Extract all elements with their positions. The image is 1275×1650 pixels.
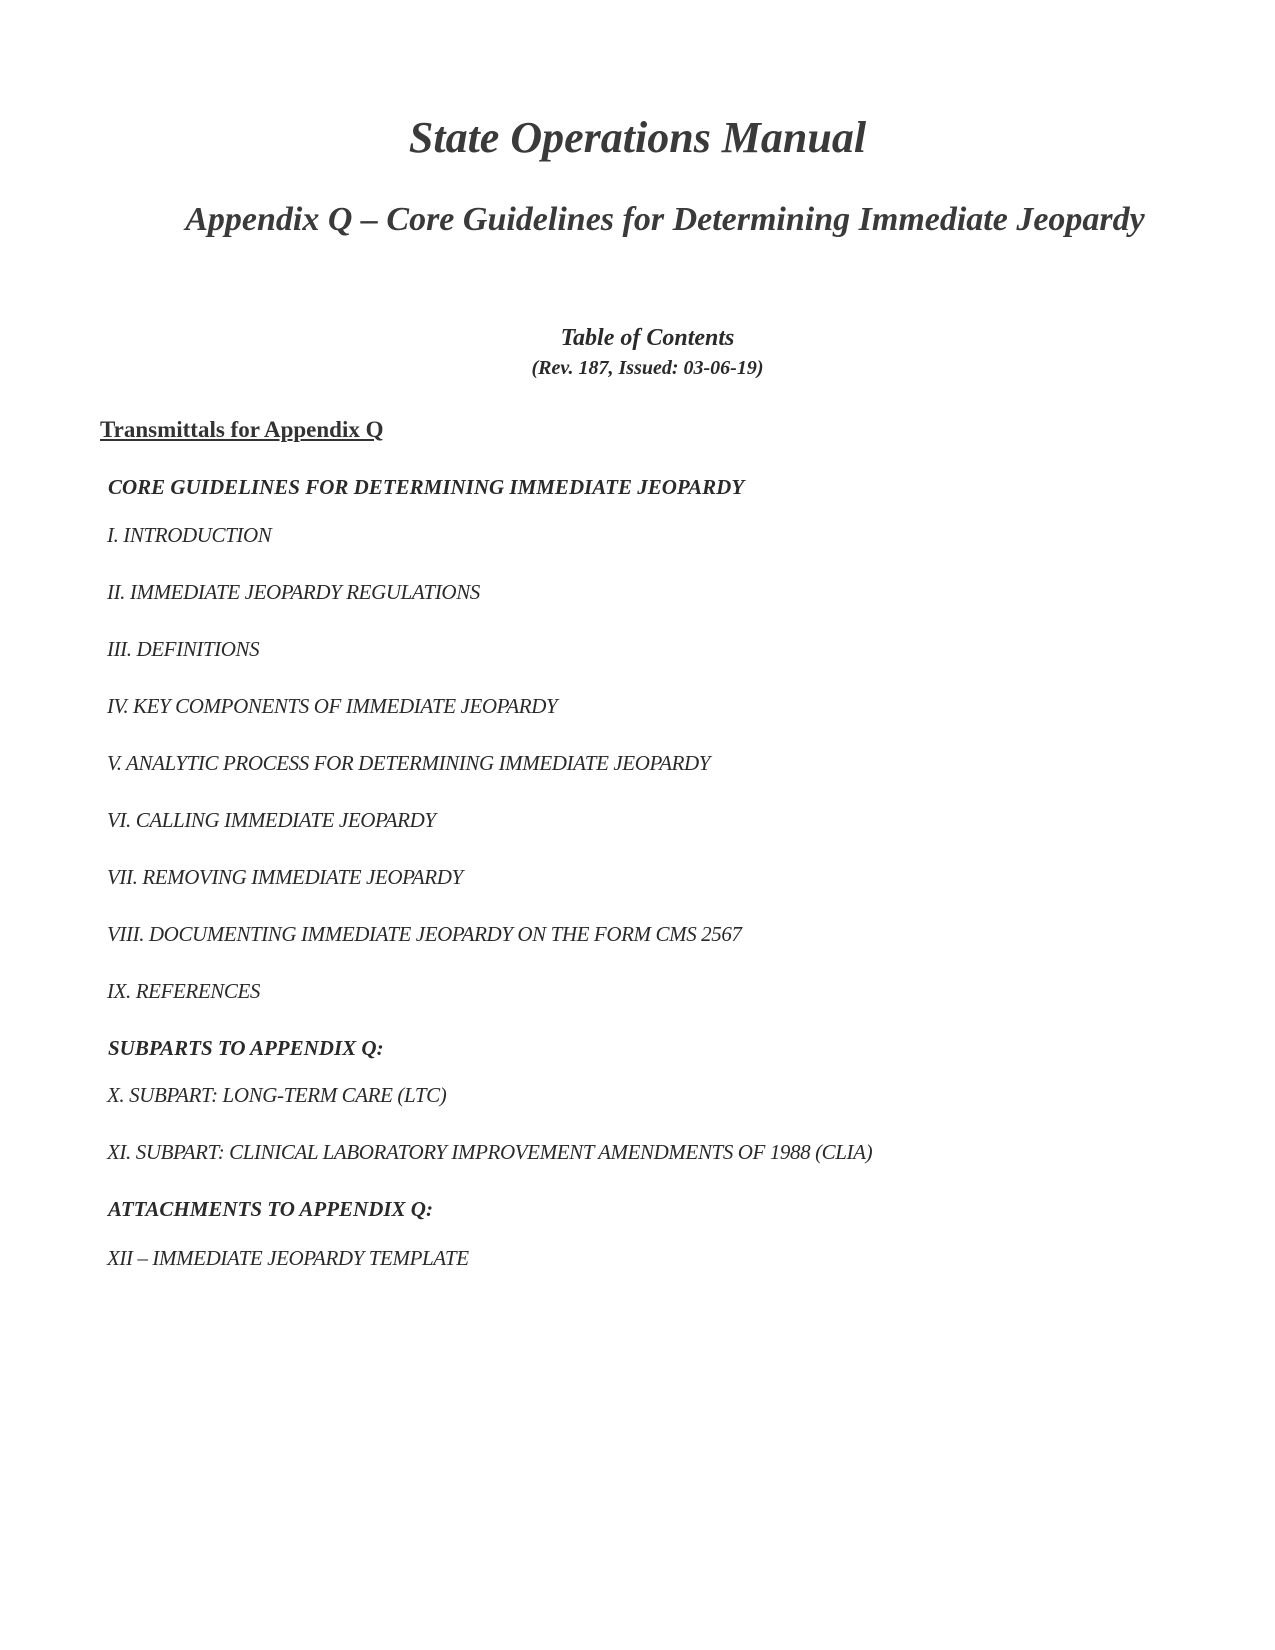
toc-heading: Table of Contents: [560, 325, 735, 351]
toc-item-calling-ij[interactable]: VI. CALLING IMMEDIATE JEOPARDY: [107, 808, 436, 833]
core-guidelines-heading-link[interactable]: CORE GUIDELINES FOR DETERMINING IMMEDIAT…: [108, 475, 744, 500]
toc-item-analytic-process[interactable]: V. ANALYTIC PROCESS FOR DETERMINING IMME…: [107, 751, 710, 776]
toc-item-subpart-clia[interactable]: XI. SUBPART: CLINICAL LABORATORY IMPROVE…: [107, 1140, 873, 1165]
revision-info: (Rev. 187, Issued: 03-06-19): [531, 357, 764, 379]
document-title: State Operations Manual: [408, 113, 867, 162]
toc-item-subpart-ltc[interactable]: X. SUBPART: LONG-TERM CARE (LTC): [107, 1083, 447, 1108]
document-subtitle: Appendix Q – Core Guidelines for Determi…: [185, 201, 1145, 238]
transmittals-link[interactable]: Transmittals for Appendix Q: [100, 417, 384, 443]
toc-item-regulations[interactable]: II. IMMEDIATE JEOPARDY REGULATIONS: [107, 580, 480, 605]
toc-item-definitions[interactable]: III. DEFINITIONS: [107, 637, 260, 662]
subparts-heading-link[interactable]: SUBPARTS TO APPENDIX Q:: [108, 1036, 384, 1061]
toc-item-ij-template[interactable]: XII – IMMEDIATE JEOPARDY TEMPLATE: [107, 1246, 469, 1271]
attachments-heading-link[interactable]: ATTACHMENTS TO APPENDIX Q:: [108, 1197, 433, 1222]
toc-item-documenting-ij[interactable]: VIII. DOCUMENTING IMMEDIATE JEOPARDY ON …: [107, 922, 742, 947]
toc-item-removing-ij[interactable]: VII. REMOVING IMMEDIATE JEOPARDY: [107, 865, 463, 890]
toc-item-introduction[interactable]: I. INTRODUCTION: [107, 523, 272, 548]
toc-item-references[interactable]: IX. REFERENCES: [107, 979, 260, 1004]
toc-item-key-components[interactable]: IV. KEY COMPONENTS OF IMMEDIATE JEOPARDY: [107, 694, 558, 719]
